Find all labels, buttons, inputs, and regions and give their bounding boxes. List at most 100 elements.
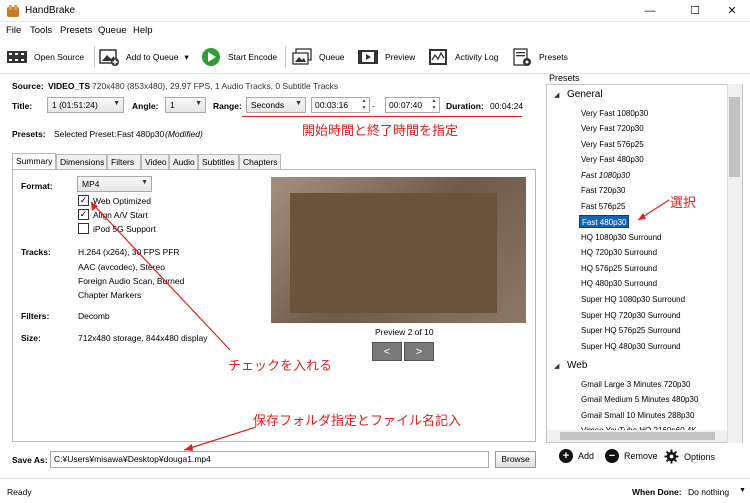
chevron-down-icon: ▼ <box>295 100 302 107</box>
range-label: Range: <box>213 101 242 111</box>
collapse-caret-icon[interactable]: ◢ <box>554 362 559 370</box>
tab-audio[interactable]: Audio <box>169 154 198 169</box>
preset-item[interactable]: Super HQ 480p30 Surround <box>579 340 683 353</box>
annotation-range: 開始時間と終了時間を指定 <box>302 124 459 139</box>
annotation-arrow-check <box>90 201 231 351</box>
queue-label: Queue <box>319 52 345 62</box>
add-to-queue-label: Add to Queue <box>126 52 179 62</box>
activity-log-icon <box>429 49 447 65</box>
preview-prev-button[interactable]: < <box>372 342 402 361</box>
source-info: 720x480 (853x480), 29.97 FPS, 1 Audio Tr… <box>92 81 339 91</box>
selected-preset-name: Fast 480p30 <box>117 129 165 139</box>
filters-label: Filters: <box>21 311 50 321</box>
status-text: Ready <box>7 487 32 497</box>
preset-item[interactable]: HQ 720p30 Surround <box>579 246 659 259</box>
range-start-value: 00:03:16 <box>315 100 349 110</box>
title-label: Title: <box>12 101 33 111</box>
save-as-input[interactable]: C:¥Users¥misawa¥Desktop¥douga1.mp4 <box>50 451 489 468</box>
queue-button[interactable]: Queue <box>291 45 345 69</box>
range-start-input[interactable]: 00:03:16 ▲ ▼ <box>311 97 370 113</box>
spinner-arrows-icon[interactable]: ▲ ▼ <box>360 98 368 112</box>
annotation-check: チェックを入れる <box>228 359 333 374</box>
preset-item[interactable]: HQ 480p30 Surround <box>579 277 659 290</box>
tab-filters[interactable]: Filters <box>107 154 141 169</box>
preset-item[interactable]: Fast 576p25 <box>579 200 627 213</box>
add-to-queue-dropdown-icon[interactable]: ▾ <box>184 52 188 63</box>
handbrake-logo-icon <box>7 5 19 17</box>
preset-item[interactable]: Super HQ 720p30 Surround <box>579 309 683 322</box>
add-preset-button[interactable]: + Add <box>559 449 594 463</box>
menu-bar: File Tools Presets Queue Help <box>0 22 750 39</box>
collapse-caret-icon[interactable]: ◢ <box>554 91 559 99</box>
preset-item[interactable]: HQ 1080p30 Surround <box>579 231 664 244</box>
preset-item[interactable]: Very Fast 576p25 <box>579 138 646 151</box>
presets-toolbar-button[interactable]: Presets <box>511 45 568 69</box>
when-done-label: When Done: <box>632 487 682 497</box>
tracks-label: Tracks: <box>21 247 51 257</box>
annotation-save: 保存フォルダ指定とファイル名記入 <box>253 414 462 429</box>
preview-button[interactable]: Preview <box>357 45 415 69</box>
remove-preset-button[interactable]: − Remove <box>605 449 658 463</box>
menu-queue[interactable]: Queue <box>98 25 127 36</box>
save-as-path: C:¥Users¥misawa¥Desktop¥douga1.mp4 <box>54 454 211 464</box>
preset-options-button[interactable]: Options <box>664 449 715 464</box>
title-select-value: 1 (01:51:24) <box>52 100 98 110</box>
plus-circle-icon: + <box>559 449 573 463</box>
duration-label: Duration: <box>446 101 484 111</box>
preset-item[interactable]: Gmail Large 3 Minutes 720p30 <box>579 378 692 391</box>
size-label: Size: <box>21 333 41 343</box>
activity-log-button[interactable]: Activity Log <box>427 45 498 69</box>
preview-mask <box>290 193 497 313</box>
annotation-arrow-select <box>637 199 670 221</box>
preset-item-selected[interactable]: Fast 480p30 <box>579 215 630 228</box>
preset-item[interactable]: Very Fast 720p30 <box>579 122 646 135</box>
chevron-down-icon[interactable]: ▼ <box>739 487 746 494</box>
preview-next-button[interactable]: > <box>404 342 434 361</box>
browse-button[interactable]: Browse <box>495 451 536 468</box>
menu-presets[interactable]: Presets <box>60 25 92 36</box>
maximize-button[interactable]: ☐ <box>675 0 715 22</box>
minimize-button[interactable]: — <box>630 0 670 22</box>
preset-item[interactable]: Fast 720p30 <box>579 184 627 197</box>
preset-item[interactable]: HQ 576p25 Surround <box>579 262 659 275</box>
start-encode-button[interactable]: Start Encode <box>200 45 277 69</box>
preset-category-general[interactable]: General <box>567 89 603 100</box>
preset-item[interactable]: Super HQ 1080p30 Surround <box>579 293 687 306</box>
menu-file[interactable]: File <box>6 25 21 36</box>
presets-hscroll-thumb[interactable] <box>560 432 715 440</box>
range-end-input[interactable]: 00:07:40 ▲ ▼ <box>385 97 440 113</box>
image-add-icon <box>99 49 119 66</box>
add-to-queue-button[interactable]: Add to Queue ▾ <box>98 45 189 69</box>
format-select[interactable]: MP4 ▼ <box>77 176 152 192</box>
when-done-select[interactable]: Do nothing <box>688 487 729 497</box>
close-button[interactable]: ✕ <box>712 0 750 22</box>
angle-select[interactable]: 1 ▼ <box>165 97 206 113</box>
toolbar-separator <box>94 46 95 68</box>
preset-category-web[interactable]: Web <box>567 360 587 371</box>
preset-item[interactable]: Fast 1080p30 <box>579 169 632 182</box>
title-select[interactable]: 1 (01:51:24) ▼ <box>47 97 124 113</box>
tab-subtitles[interactable]: Subtitles <box>198 154 239 169</box>
preset-item[interactable]: Gmail Small 10 Minutes 288p30 <box>579 409 696 422</box>
duration-value: 00:04:24 <box>490 101 524 111</box>
preset-item[interactable]: Super HQ 576p25 Surround <box>579 324 683 337</box>
presets-scroll-thumb[interactable] <box>729 97 740 177</box>
preset-item[interactable]: Very Fast 1080p30 <box>579 107 650 120</box>
spinner-arrows-icon[interactable]: ▲ ▼ <box>430 98 438 112</box>
preset-item[interactable]: Very Fast 480p30 <box>579 153 646 166</box>
chevron-down-icon: ▼ <box>113 100 120 107</box>
tab-video[interactable]: Video <box>141 154 169 169</box>
tab-chapters[interactable]: Chapters <box>239 154 281 169</box>
range-select-value: Seconds <box>251 100 285 110</box>
tab-dimensions[interactable]: Dimensions <box>56 154 107 169</box>
menu-tools[interactable]: Tools <box>30 25 52 36</box>
angle-label: Angle: <box>132 101 159 111</box>
chevron-down-icon: ▼ <box>141 179 148 186</box>
menu-help[interactable]: Help <box>133 25 153 36</box>
preview-caption: Preview 2 of 10 <box>375 327 434 337</box>
open-source-button[interactable]: Open Source <box>6 45 84 69</box>
preset-item[interactable]: Gmail Medium 5 Minutes 480p30 <box>579 393 700 406</box>
range-select[interactable]: Seconds ▼ <box>246 97 306 113</box>
tab-summary[interactable]: Summary <box>12 153 56 169</box>
save-as-label: Save As: <box>12 455 48 465</box>
